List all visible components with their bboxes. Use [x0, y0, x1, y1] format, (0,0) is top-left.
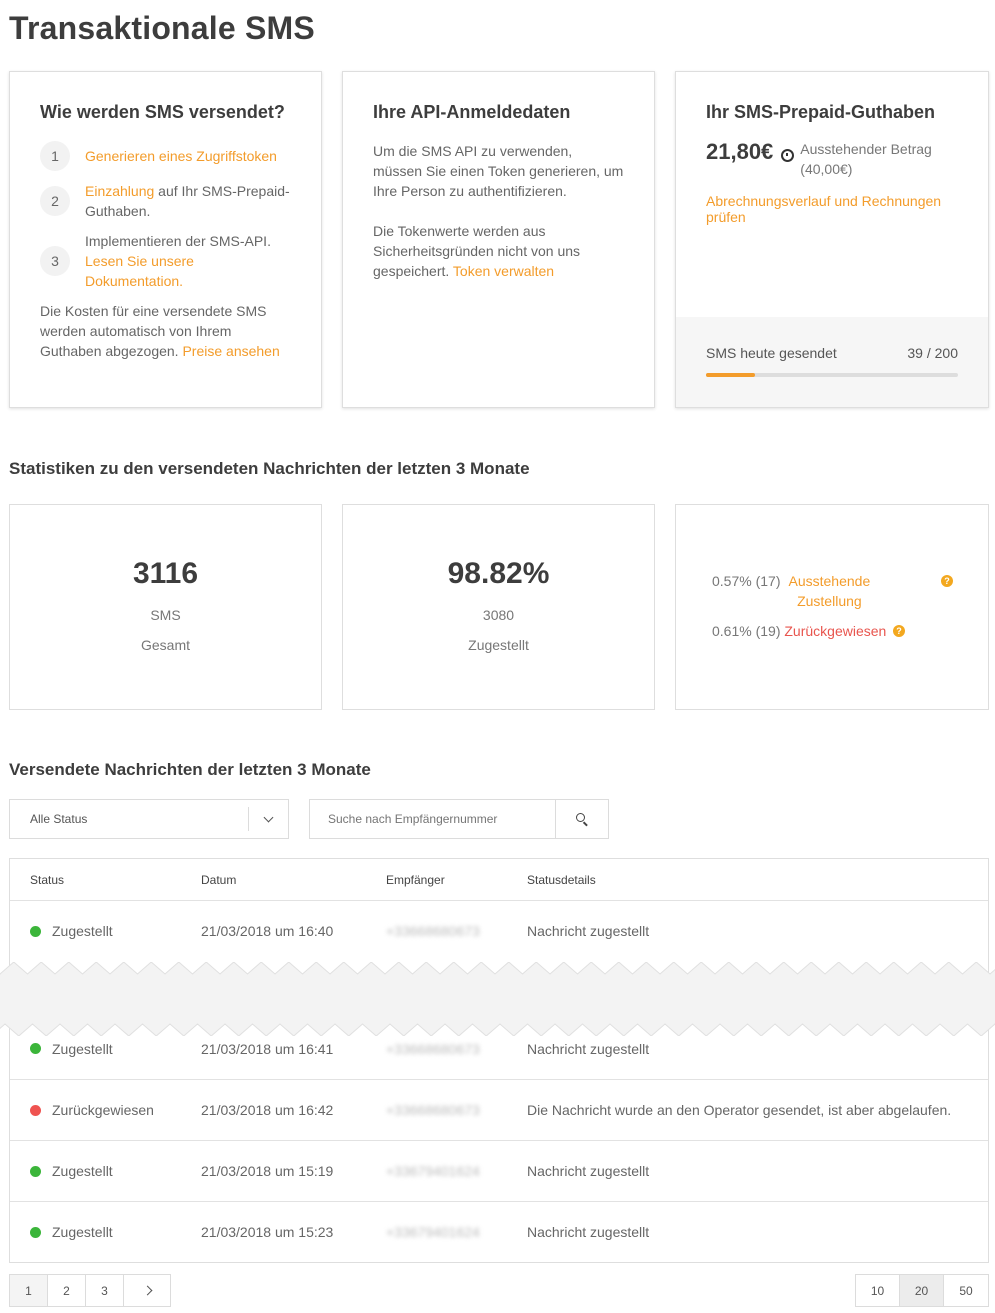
stat-pending: 0.57% (17) Ausstehende Zustellung ?: [712, 571, 988, 611]
per-page-10[interactable]: 10: [856, 1275, 900, 1306]
cost-info: Die Kosten für eine versendete SMS werde…: [40, 303, 280, 359]
column-header: Datum: [201, 872, 237, 887]
row-details: Nachricht zugestellt: [527, 923, 650, 939]
column-header: Statusdetails: [527, 872, 596, 887]
page-title: Transaktionale SMS: [9, 10, 315, 46]
chevron-right-icon: [142, 1285, 152, 1296]
row-details: Die Nachricht wurde an den Operator gese…: [527, 1102, 952, 1118]
row-recipient: +33679401624: [386, 1224, 480, 1240]
step-text: Implementieren der SMS-API.: [85, 233, 271, 249]
status-dot-icon: [30, 1226, 41, 1238]
recipient-search-input[interactable]: [310, 800, 555, 838]
per-page-20[interactable]: 20: [900, 1275, 944, 1306]
row-status: Zugestellt: [52, 1040, 113, 1057]
stat-delivered-count: 3080: [482, 607, 515, 623]
howto-steps: 1 Generieren eines Zugriffstoken 2 Einza…: [40, 141, 291, 291]
step-2: 2 Einzahlung auf Ihr SMS-Prepaid-Guthabe…: [40, 181, 291, 221]
table-row[interactable]: Zugestellt 21/03/2018 um 15:19 +33679401…: [10, 1140, 988, 1201]
stat-delivered-card: 98.82% 3080 Zugestellt: [342, 504, 655, 710]
rejected-link[interactable]: Zurückgewiesen: [784, 621, 886, 641]
row-details: Nachricht zugestellt: [527, 1163, 650, 1179]
row-date: 21/03/2018 um 15:23: [201, 1224, 334, 1240]
page-2-button[interactable]: 2: [48, 1275, 86, 1306]
help-icon[interactable]: ?: [893, 625, 905, 637]
howto-title: Wie werden SMS versendet?: [40, 102, 285, 122]
page-1-button[interactable]: 1: [10, 1275, 48, 1306]
row-recipient: +33679401624: [386, 1163, 480, 1179]
credit-card: Ihr SMS-Prepaid-Guthaben 21,80€ Ausstehe…: [675, 71, 989, 408]
row-recipient: +33668680673: [386, 1102, 480, 1118]
messages-table: Status Datum Empfänger Statusdetails Zug…: [9, 858, 989, 1263]
table-header: Status Datum Empfänger Statusdetails: [10, 859, 988, 900]
deposit-link[interactable]: Einzahlung: [85, 183, 154, 199]
step-number: 1: [40, 141, 70, 171]
howto-card: Wie werden SMS versendet? 1 Generieren e…: [9, 71, 322, 408]
sent-value: 39 / 200: [907, 345, 958, 361]
row-status: Zugestellt: [52, 923, 113, 939]
stat-total-value: 3116: [132, 557, 199, 590]
row-status: Zurückgewiesen: [52, 1102, 154, 1118]
row-status: Zugestellt: [52, 1163, 113, 1179]
step-number: 2: [40, 186, 70, 216]
status-filter-value: Alle Status: [30, 812, 88, 826]
documentation-link[interactable]: Lesen Sie unsere Dokumentation.: [85, 253, 194, 289]
table-row[interactable]: Zugestellt 21/03/2018 um 15:23 +33679401…: [10, 1201, 988, 1262]
stat-total-unit: SMS: [150, 607, 181, 623]
sms-sent-today: SMS heute gesendet 39 / 200: [676, 317, 988, 407]
stat-delivered-value: 98.82%: [447, 557, 550, 590]
row-details: Nachricht zugestellt: [527, 1224, 650, 1240]
status-dot-icon: [30, 925, 41, 937]
clock-icon: [781, 149, 795, 162]
table-row[interactable]: Zugestellt 21/03/2018 um 16:40 +33668680…: [10, 900, 988, 961]
status-filter-select[interactable]: Alle Status: [9, 799, 289, 839]
step-3: 3 Implementieren der SMS-API. Lesen Sie …: [40, 231, 291, 291]
chevron-down-icon[interactable]: [248, 807, 288, 831]
pending-amount: Ausstehender Betrag (40,00€): [800, 141, 932, 177]
status-dot-icon: [30, 1104, 41, 1116]
stat-issues-card: 0.57% (17) Ausstehende Zustellung ? 0.61…: [675, 504, 989, 710]
stat-rejected: 0.61% (19) Zurückgewiesen ?: [712, 621, 988, 641]
manage-token-link[interactable]: Token verwalten: [453, 263, 554, 279]
stat-delivered-label: Zugestellt: [468, 637, 529, 653]
column-header: Status: [30, 872, 65, 887]
sent-progress-bar: [706, 373, 958, 377]
page-3-button[interactable]: 3: [86, 1275, 124, 1306]
sent-label: SMS heute gesendet: [706, 345, 837, 361]
recipient-search: [309, 799, 609, 839]
step-1: 1 Generieren eines Zugriffstoken: [40, 141, 291, 171]
credit-title: Ihr SMS-Prepaid-Guthaben: [706, 102, 936, 122]
api-token-info: Die Tokenwerte werden aus Sicherheitsgrü…: [373, 223, 581, 279]
table-row[interactable]: Zurückgewiesen 21/03/2018 um 16:42 +3366…: [10, 1079, 988, 1140]
next-page-button[interactable]: [124, 1275, 170, 1306]
status-dot-icon: [30, 1043, 41, 1054]
stat-total-label: Gesamt: [140, 637, 190, 653]
row-date: 21/03/2018 um 16:42: [201, 1102, 334, 1118]
api-card: Ihre API-Anmeldedaten Um die SMS API zu …: [342, 71, 655, 408]
search-icon: [576, 813, 585, 822]
help-icon[interactable]: ?: [941, 575, 953, 587]
pending-delivery-link[interactable]: Ausstehende Zustellung: [784, 571, 874, 611]
per-page-50[interactable]: 50: [944, 1275, 988, 1306]
search-button[interactable]: [555, 800, 608, 838]
balance-value: 21,80€: [706, 139, 774, 164]
billing-history-link[interactable]: Abrechnungsverlauf und Rechnungen prüfen: [706, 193, 958, 225]
status-dot-icon: [30, 1165, 41, 1177]
pagination: 1 2 3: [9, 1274, 171, 1307]
stats-title: Statistiken zu den versendeten Nachricht…: [9, 459, 530, 478]
api-text: Um die SMS API zu verwenden, müssen Sie …: [373, 143, 624, 199]
generate-token-link[interactable]: Generieren eines Zugriffstoken: [85, 148, 277, 164]
row-recipient: +33668680673: [386, 923, 480, 939]
api-title: Ihre API-Anmeldedaten: [373, 102, 571, 122]
row-status: Zugestellt: [52, 1224, 113, 1240]
step-number: 3: [40, 246, 70, 276]
prices-link[interactable]: Preise ansehen: [182, 343, 279, 359]
stat-total-card: 3116 SMS Gesamt: [9, 504, 322, 710]
row-date: 21/03/2018 um 15:19: [201, 1163, 334, 1179]
row-date: 21/03/2018 um 16:40: [201, 923, 334, 939]
messages-title: Versendete Nachrichten der letzten 3 Mon…: [9, 760, 371, 779]
torn-edge-divider: [0, 962, 995, 1036]
column-header: Empfänger: [386, 872, 445, 887]
sent-progress-fill: [706, 373, 756, 377]
per-page-selector: 10 20 50: [855, 1274, 989, 1307]
